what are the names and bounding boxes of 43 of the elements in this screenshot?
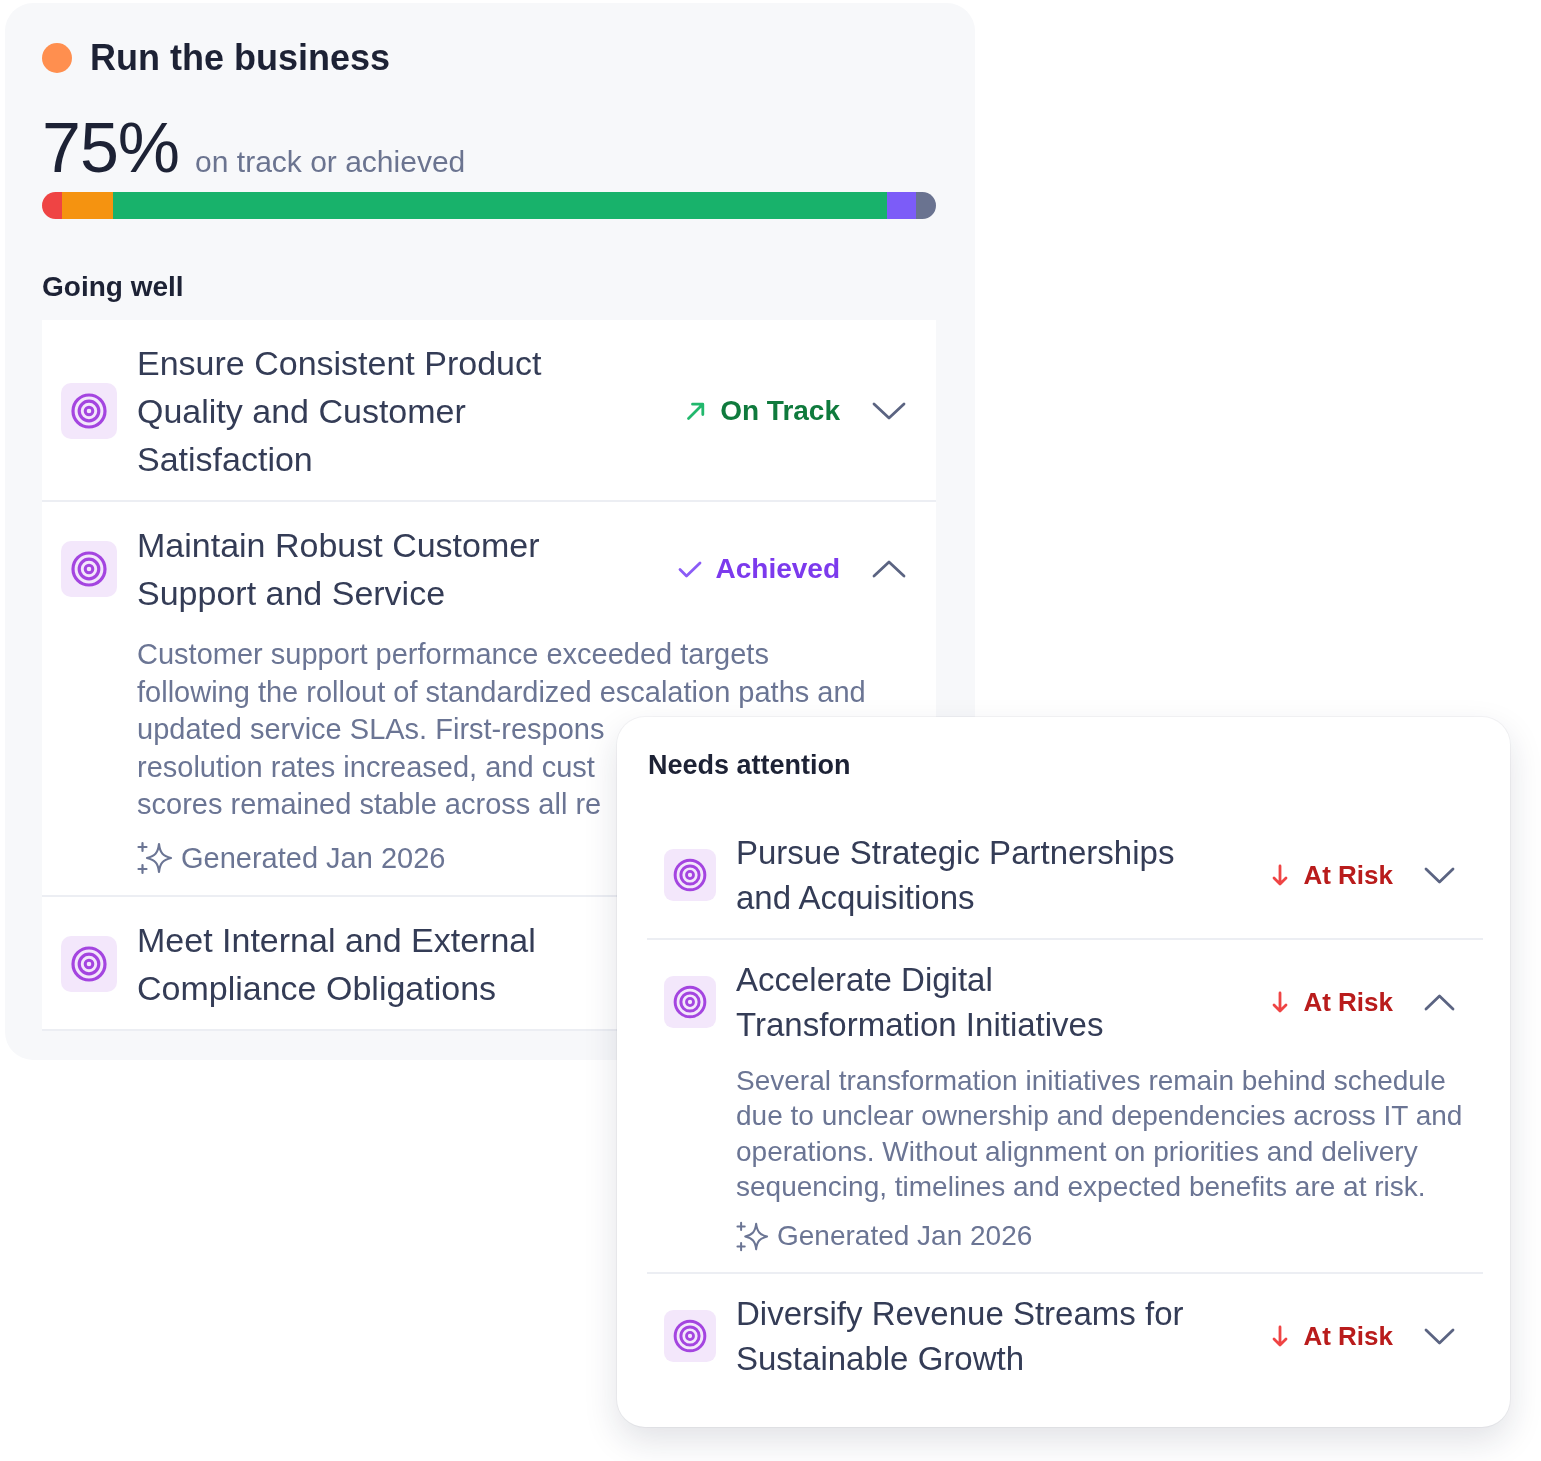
goal-summary-line: scores remained stable across all re xyxy=(137,787,602,822)
goal-title: Diversify Revenue Streams for Sustainable Growth xyxy=(736,1294,1185,1380)
status-label: At Risk xyxy=(1303,1320,1393,1354)
chevron-up-icon[interactable] xyxy=(1424,993,1455,1011)
section-heading: Going well xyxy=(42,270,185,304)
generated-note: Generated Jan 2026 xyxy=(181,840,446,876)
target-icon xyxy=(61,541,117,597)
target-icon xyxy=(664,976,716,1028)
target-icon xyxy=(664,849,716,901)
arrow-down-icon xyxy=(1272,991,1289,1013)
status-label: Achieved xyxy=(715,552,840,586)
status-label: At Risk xyxy=(1303,986,1393,1019)
goal-summary-line: updated service SLAs. First-respons xyxy=(137,712,605,747)
goal-summary-line: following the rollout of standardized escalation paths and xyxy=(137,674,866,710)
checkmark-icon xyxy=(677,560,702,578)
card-title: Run the business xyxy=(90,36,391,80)
arrow-down-icon xyxy=(1272,864,1289,886)
chevron-down-icon[interactable] xyxy=(1424,866,1455,884)
goal-title: Ensure Consistent Product Quality and Customer Satisfaction xyxy=(137,343,543,480)
section-heading: Needs attention xyxy=(648,749,852,781)
percent-value: 75% xyxy=(42,113,180,183)
status-label: At Risk xyxy=(1303,859,1393,892)
goal-title: Accelerate Digital Transformation Initiatives xyxy=(736,960,1105,1045)
generated-note: Generated Jan 2026 xyxy=(777,1219,1033,1254)
target-icon xyxy=(664,1310,716,1363)
target-icon xyxy=(61,383,117,439)
goal-title: Meet Internal and External Compliance Obligations xyxy=(137,919,537,1009)
arrow-up-right-icon xyxy=(686,401,707,421)
goal-summary-line: Customer support performance exceeded targets xyxy=(137,637,769,672)
chevron-up-icon[interactable] xyxy=(872,560,906,578)
goal-title: Pursue Strategic Partnerships and Acquisitions xyxy=(736,833,1176,918)
sparkle-icon xyxy=(736,1220,769,1252)
status-label: On Track xyxy=(720,394,840,428)
arrow-down-icon xyxy=(1272,1325,1289,1348)
target-icon xyxy=(61,935,117,992)
dot-icon xyxy=(42,43,72,73)
goal-summary-text: Several transformation initiatives remain behind schedule due to unclear ownership and dependencies across IT and operations. Without alignment on priorities and delivery sequencing, timelines and expected benefits are at risk. xyxy=(736,1064,1464,1204)
chevron-down-icon[interactable] xyxy=(872,402,906,420)
percent-caption: on track or achieved xyxy=(195,144,466,180)
goal-summary-line: resolution rates increased, and cust xyxy=(137,749,595,785)
goal-title: Maintain Robust Customer Support and Service xyxy=(137,525,541,614)
sparkle-icon xyxy=(137,840,173,875)
chevron-down-icon[interactable] xyxy=(1424,1327,1455,1345)
